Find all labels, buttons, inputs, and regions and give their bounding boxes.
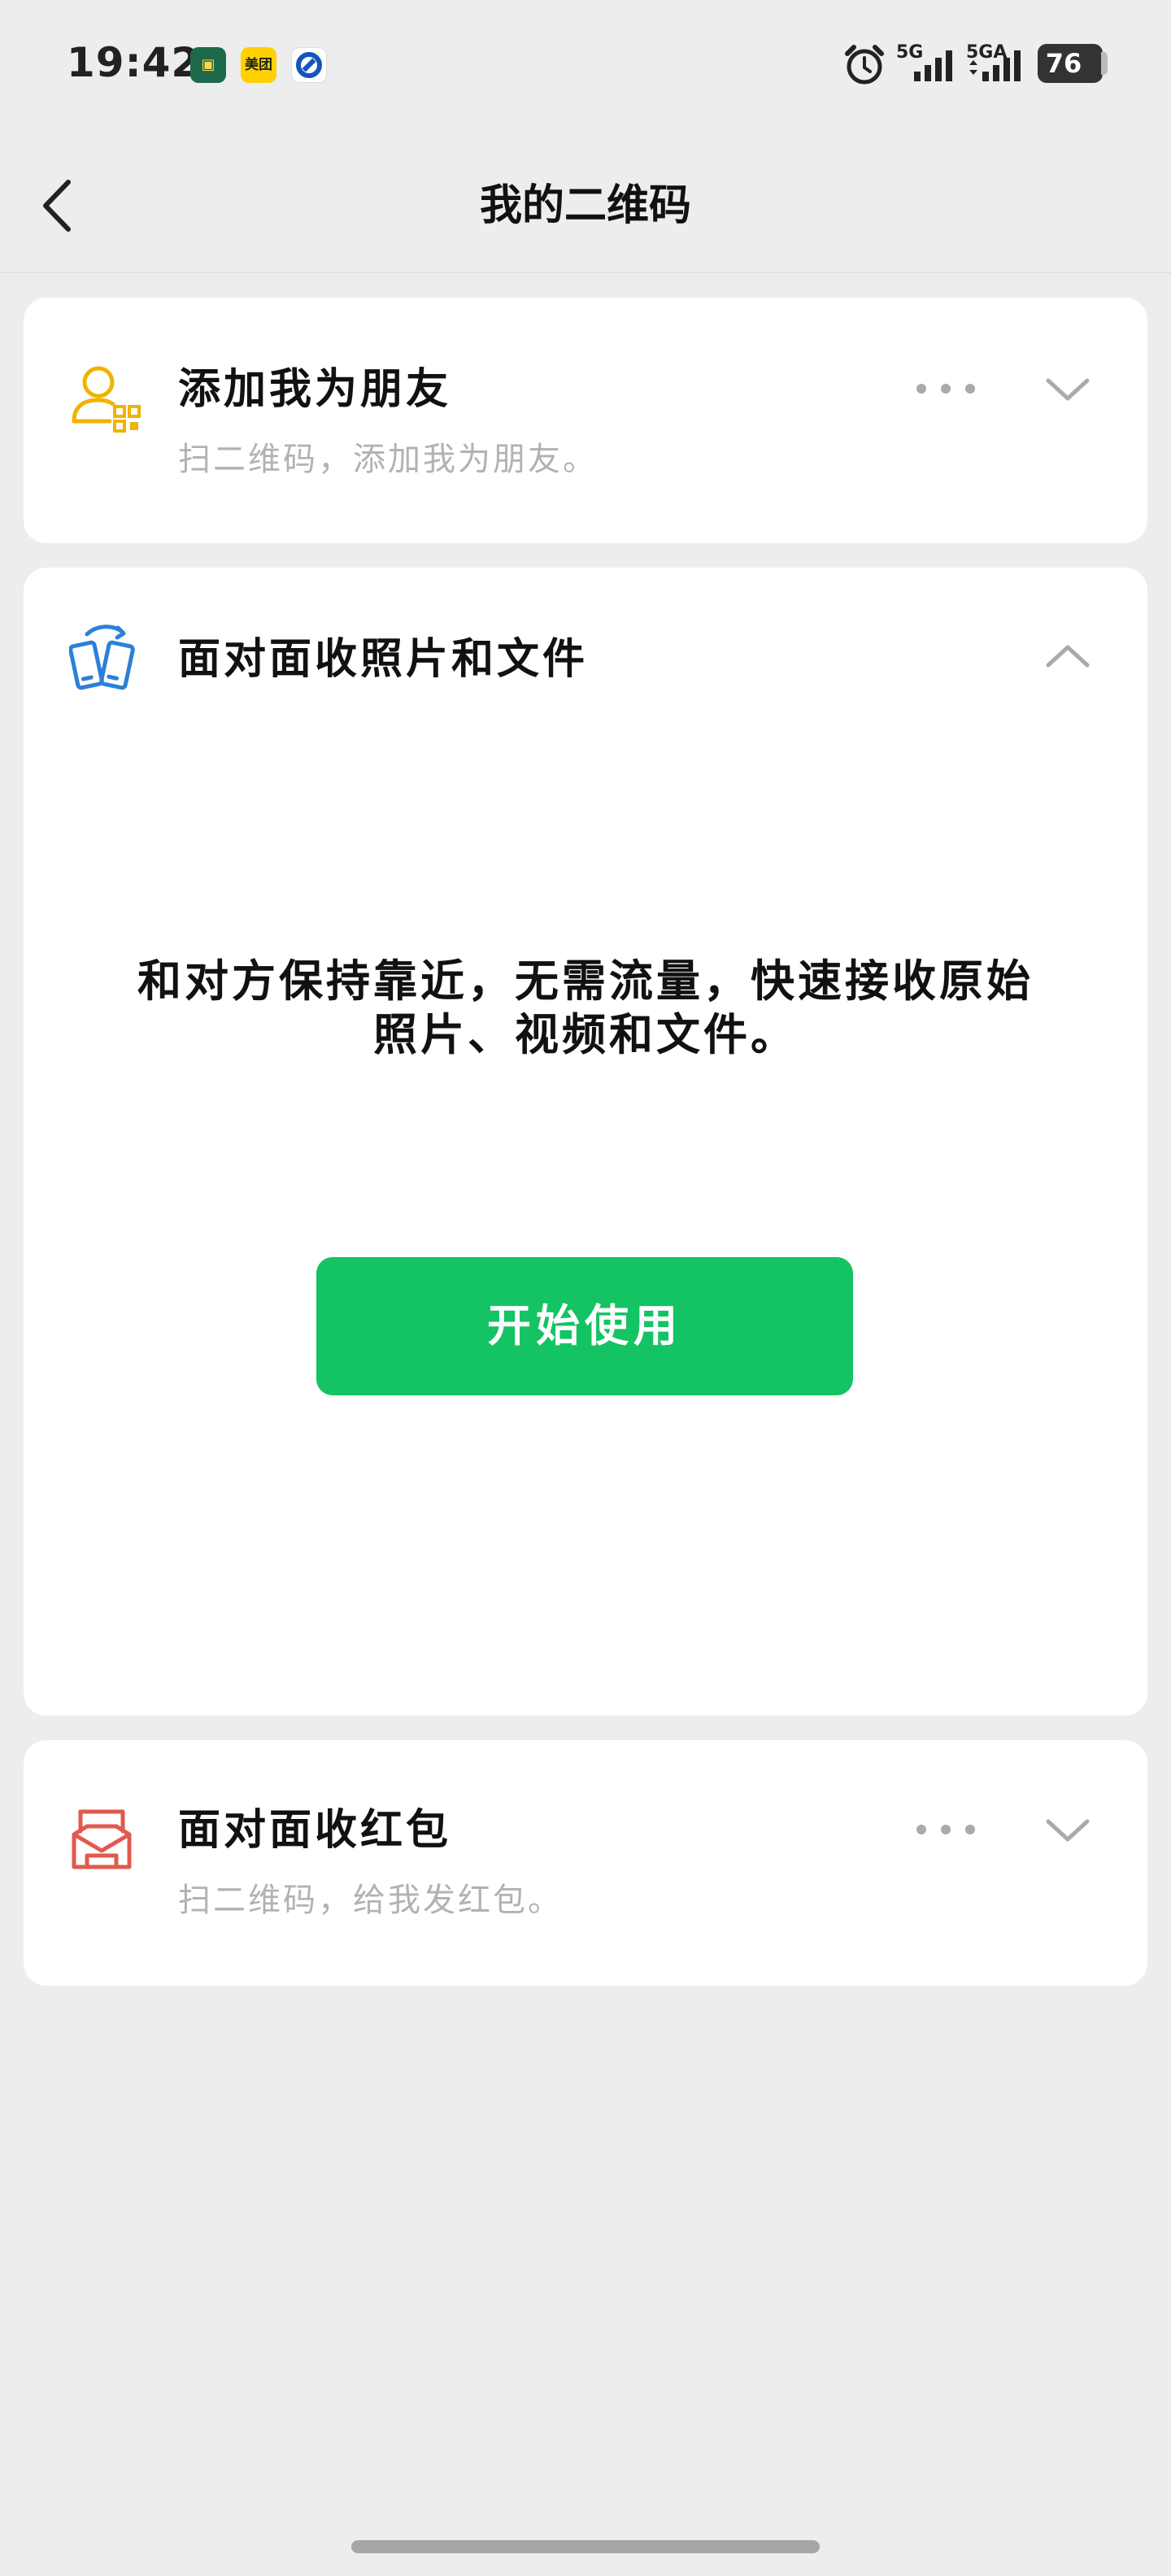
receive-files-description-line2: 照片、视频和文件。 bbox=[373, 1009, 798, 1060]
more-icon[interactable] bbox=[913, 372, 978, 405]
nav-bar: 我的二维码 bbox=[0, 130, 1171, 273]
receive-files-card: 面对面收照片和文件 和对方保持靠近，无需流量，快速接收原始 照片、视频和文件。 … bbox=[24, 568, 1147, 1716]
nav-divider bbox=[0, 272, 1171, 273]
person-qr-icon bbox=[72, 366, 141, 433]
home-indicator[interactable] bbox=[351, 2540, 820, 2553]
chevron-down-icon[interactable] bbox=[1043, 1813, 1092, 1846]
start-button[interactable]: 开始使用 bbox=[316, 1257, 853, 1395]
receive-files-title: 面对面收照片和文件 bbox=[178, 635, 589, 684]
phones-transfer-icon bbox=[69, 624, 135, 690]
bank-icon bbox=[291, 47, 327, 83]
add-friend-subtitle: 扫二维码，添加我为朋友。 bbox=[178, 441, 598, 478]
status-bar: 19:42 ▣ 美团 5G 5GA 76 bbox=[0, 0, 1171, 130]
receive-files-description-line1: 和对方保持靠近，无需流量，快速接收原始 bbox=[137, 955, 1034, 1007]
red-packet-card[interactable]: 面对面收红包 扫二维码，给我发红包。 bbox=[24, 1740, 1147, 1986]
signal-icon-2 bbox=[969, 50, 1021, 81]
chevron-down-icon[interactable] bbox=[1043, 372, 1092, 405]
meituan-icon: 美团 bbox=[241, 47, 276, 83]
dianping-icon: ▣ bbox=[190, 47, 226, 83]
red-packet-subtitle: 扫二维码，给我发红包。 bbox=[178, 1882, 563, 1919]
battery-tip bbox=[1101, 52, 1108, 75]
add-friend-card[interactable]: 添加我为朋友 扫二维码，添加我为朋友。 bbox=[24, 298, 1147, 543]
page-title: 我的二维码 bbox=[479, 181, 691, 230]
alarm-icon bbox=[845, 45, 884, 85]
chevron-up-icon[interactable] bbox=[1043, 639, 1092, 672]
red-packet-title: 面对面收红包 bbox=[178, 1806, 452, 1855]
red-packet-icon bbox=[72, 1809, 132, 1869]
more-icon[interactable] bbox=[913, 1813, 978, 1846]
battery-level: 76 bbox=[1045, 48, 1082, 79]
status-time: 19:42 bbox=[67, 39, 201, 86]
add-friend-title: 添加我为朋友 bbox=[178, 365, 452, 414]
signal-icon bbox=[914, 50, 952, 81]
